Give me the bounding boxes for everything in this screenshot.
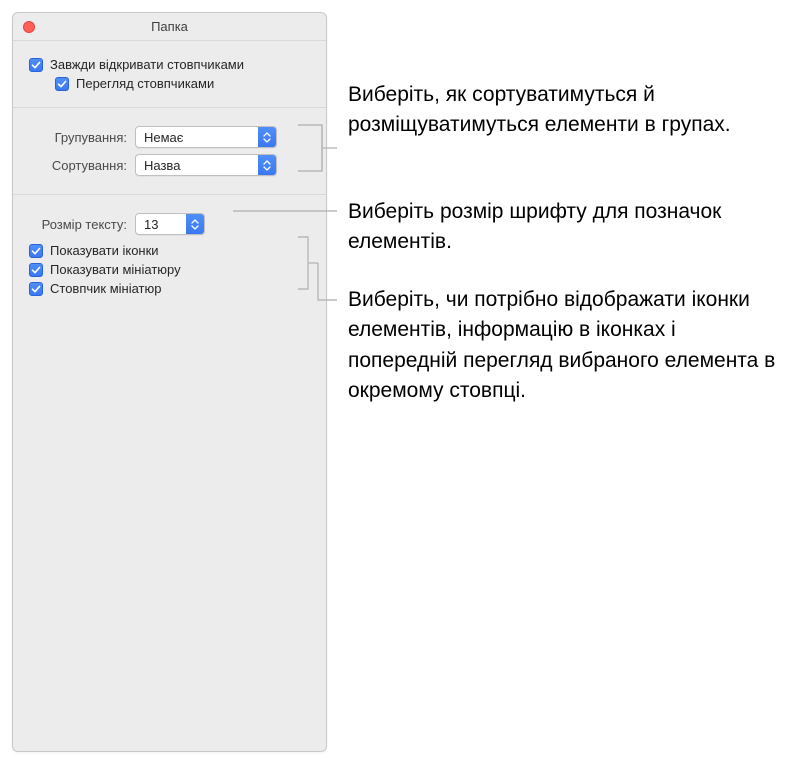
- updown-icon: [258, 155, 276, 175]
- checkbox-row-thumb-column: Стовпчик мініатюр: [29, 281, 310, 296]
- checkbox-label: Показувати іконки: [50, 243, 159, 258]
- checkbox-label: Показувати мініатюру: [50, 262, 181, 277]
- form-row-sort: Сортування: Назва: [29, 154, 310, 176]
- textsize-label: Розмір тексту:: [29, 217, 135, 232]
- checkbox-label: Стовпчик мініатюр: [50, 281, 161, 296]
- checkbox-row-browse-columns: Перегляд стовпчиками: [29, 76, 310, 91]
- window-title: Папка: [151, 19, 188, 34]
- checkbox-label: Перегляд стовпчиками: [76, 76, 214, 91]
- callout-grouping-sorting: Виберіть, як сортуватимуться й розміщува…: [348, 80, 778, 141]
- checkbox-label: Завжди відкривати стовпчиками: [50, 57, 244, 72]
- checkbox-show-thumb[interactable]: [29, 263, 43, 277]
- textsize-select-value: 13: [136, 217, 186, 232]
- sort-select[interactable]: Назва: [135, 154, 277, 176]
- group-select-value: Немає: [136, 130, 258, 145]
- updown-icon: [258, 127, 276, 147]
- form-row-textsize: Розмір тексту: 13: [29, 213, 310, 235]
- textsize-select[interactable]: 13: [135, 213, 205, 235]
- form-row-group: Групування: Немає: [29, 126, 310, 148]
- folder-view-options-panel: Папка Завжди відкривати стовпчиками Пере…: [12, 12, 327, 752]
- checkbox-row-always-open-columns: Завжди відкривати стовпчиками: [29, 57, 310, 72]
- checkbox-row-show-thumb: Показувати мініатюру: [29, 262, 310, 277]
- checkbox-always-open-columns[interactable]: [29, 58, 43, 72]
- titlebar: Папка: [13, 13, 326, 41]
- group-label: Групування:: [29, 130, 135, 145]
- section-text-and-icons: Розмір тексту: 13 Показувати іконки: [13, 195, 326, 312]
- section-grouping-sorting: Групування: Немає Сортування: Назва: [13, 108, 326, 195]
- group-select[interactable]: Немає: [135, 126, 277, 148]
- checkbox-row-show-icons: Показувати іконки: [29, 243, 310, 258]
- callout-icons-thumbnails: Виберіть, чи потрібно відображати іконки…: [348, 285, 778, 407]
- section-view-mode: Завжди відкривати стовпчиками Перегляд с…: [13, 41, 326, 108]
- close-icon[interactable]: [23, 21, 35, 33]
- checkbox-thumb-column[interactable]: [29, 282, 43, 296]
- checkbox-browse-columns[interactable]: [55, 77, 69, 91]
- sort-select-value: Назва: [136, 158, 258, 173]
- updown-icon: [186, 214, 204, 234]
- callout-text-size: Виберіть розмір шрифту для позначок елем…: [348, 197, 778, 258]
- sort-label: Сортування:: [29, 158, 135, 173]
- checkbox-show-icons[interactable]: [29, 244, 43, 258]
